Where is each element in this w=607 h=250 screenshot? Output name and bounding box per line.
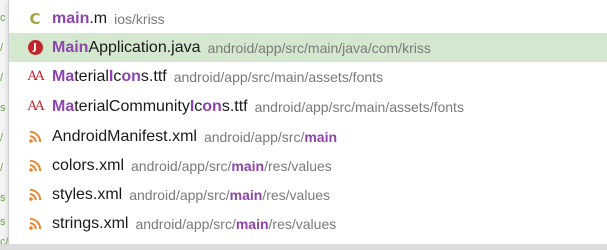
path-match-highlight: main xyxy=(229,186,263,203)
file-name: strings.xml xyxy=(52,215,128,233)
name-match-highlight: main xyxy=(52,9,90,27)
xml-file-icon xyxy=(27,216,43,232)
xml-file-icon xyxy=(27,187,43,203)
file-path: android/app/src/main xyxy=(204,129,337,145)
file-name: AndroidManifest.xml xyxy=(52,128,197,146)
name-text: terial xyxy=(74,67,109,85)
name-text: AndroidManifest.xml xyxy=(52,127,197,145)
path-text: android/app/src/main/assets/fonts xyxy=(254,98,464,115)
file-path: android/app/src/main/assets/fonts xyxy=(255,99,464,115)
font-file-icon: AA xyxy=(27,99,45,114)
path-text: /res/values xyxy=(264,157,332,174)
file-name: MaterialIcons.ttf xyxy=(52,68,167,86)
path-text: android/app/src/main/java/com/kriss xyxy=(207,39,431,56)
file-path: android/app/src/main/java/com/kriss xyxy=(208,40,431,56)
name-text: s.ttf xyxy=(140,67,167,85)
search-result-row[interactable]: Cmain.m ios/kriss xyxy=(9,4,607,33)
path-match-highlight: main xyxy=(304,128,338,145)
xml-file-icon xyxy=(27,129,43,145)
path-match-highlight: main xyxy=(235,215,269,232)
name-text: colors.xml xyxy=(52,156,125,174)
file-name: colors.xml xyxy=(52,157,124,175)
search-result-row[interactable]: AA MaterialIcons.ttf android/app/src/main/… xyxy=(9,62,607,91)
path-text: android/app/src/main/assets/fonts xyxy=(173,68,384,85)
c-file-icon: C xyxy=(29,9,41,28)
font-file-icon: AA xyxy=(27,69,45,84)
name-text: terialCommunity xyxy=(74,97,190,115)
search-result-row[interactable]: AA MaterialCommunityIcons.ttf android/app/… xyxy=(9,92,607,121)
name-match-highlight: Ma xyxy=(52,97,75,115)
file-path: android/app/src/main/res/values xyxy=(135,216,336,232)
name-text: styles.xml xyxy=(52,185,123,203)
search-result-row[interactable]: styles.xml android/app/src/main/res/value… xyxy=(9,180,607,209)
search-result-row[interactable]: strings.xml android/app/src/main/res/valu… xyxy=(9,209,607,238)
search-result-row[interactable]: colors.xml android/app/src/main/res/value… xyxy=(9,151,607,180)
file-path: android/app/src/main/res/values xyxy=(129,187,330,203)
path-text: android/app/src/ xyxy=(129,186,230,203)
name-text: .m xyxy=(89,9,108,27)
name-text: s.ttf xyxy=(221,97,248,115)
file-name: MaterialCommunityIcons.ttf xyxy=(52,98,248,116)
name-match-highlight: Main xyxy=(52,38,89,56)
name-text: Application.java xyxy=(88,38,201,56)
path-match-highlight: main xyxy=(231,157,265,174)
name-match-highlight: Ma xyxy=(52,67,75,85)
path-text: /res/values xyxy=(268,215,337,232)
search-result-row[interactable]: J MainApplication.java android/app/src/mai… xyxy=(9,33,607,62)
path-text: android/app/src/ xyxy=(131,157,232,174)
file-name: main.m xyxy=(52,10,107,28)
file-path: android/app/src/main/assets/fonts xyxy=(174,69,383,85)
file-name: styles.xml xyxy=(52,186,122,204)
path-text: android/app/src/ xyxy=(135,215,236,232)
path-text: android/app/src/ xyxy=(203,128,305,145)
path-text: /res/values xyxy=(262,186,331,203)
file-path: ios/kriss xyxy=(114,11,165,27)
path-text: ios/kriss xyxy=(114,10,165,27)
java-file-icon: J xyxy=(27,40,43,56)
file-search-popup: Cmain.m ios/kriss J MainApplication.java and… xyxy=(8,0,607,245)
name-match-highlight: on xyxy=(121,67,141,85)
xml-file-icon xyxy=(27,158,43,174)
search-result-row[interactable]: AndroidManifest.xml android/app/src/main xyxy=(9,122,607,151)
file-name: MainApplication.java xyxy=(52,39,201,57)
java-badge: J xyxy=(27,40,43,55)
name-match-highlight: on xyxy=(202,97,222,115)
file-path: android/app/src/main/res/values xyxy=(131,158,332,174)
editor-bottom-edge xyxy=(0,244,607,250)
name-text: strings.xml xyxy=(52,214,129,232)
